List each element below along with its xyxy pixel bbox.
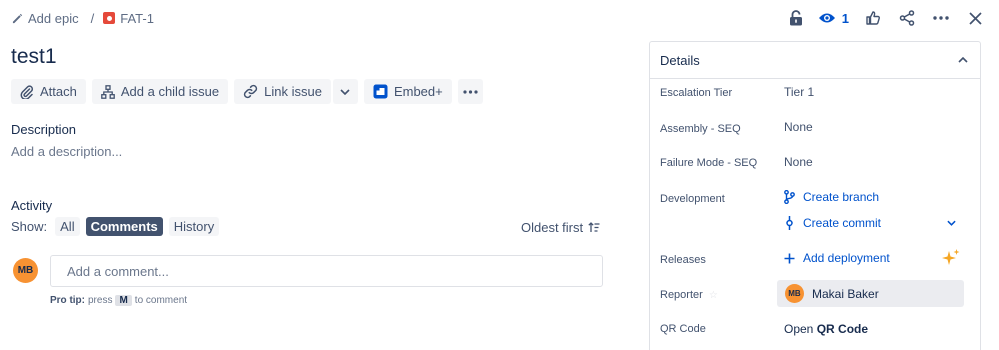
sparkle-icon[interactable] [941,248,961,268]
avatar: MB [13,258,38,283]
add-child-issue-button[interactable]: Add a child issue [91,79,229,104]
share-button[interactable] [895,6,919,30]
filter-all[interactable]: All [55,217,80,236]
share-icon [899,10,915,26]
pencil-icon [12,13,23,23]
pro-tip: Pro tip: press M to comment [50,295,187,306]
close-icon [968,11,982,25]
chevron-down-icon [340,88,351,95]
details-panel: Details Escalation Tier Tier 1 Assembly … [649,41,981,350]
activity-filter: Show: All Comments History [11,217,220,236]
plus-icon [784,253,795,263]
close-button[interactable] [963,6,987,30]
details-header[interactable]: Details [650,42,980,79]
pro-tip-rest: to comment [134,295,188,306]
add-epic-link[interactable]: Add epic [12,11,79,26]
create-commit-link[interactable]: Create commit [784,216,881,230]
attach-button[interactable]: Attach [11,79,86,104]
description-editor[interactable]: Add a description... [11,144,122,159]
link-issue-label: Link issue [264,84,322,99]
embed-icon [373,84,388,99]
breadcrumb: Add epic / FAT-1 [12,9,154,27]
add-deployment-label: Add deployment [803,251,890,265]
branch-icon [784,190,795,204]
create-commit-label: Create commit [803,216,882,230]
more-actions-button[interactable] [929,6,953,30]
more-icon [463,89,478,94]
create-branch-link[interactable]: Create branch [784,190,879,204]
watch-count: 1 [841,10,849,26]
assembly-value[interactable]: None [784,120,813,134]
header-actions: 1 [774,6,987,30]
toolbar-more-button[interactable] [457,79,483,104]
attach-label: Attach [40,84,77,99]
issue-toolbar: Attach Add a child issue Link issue Embe… [11,79,483,104]
sort-ascending-icon [588,222,600,232]
releases-label: Releases [660,254,706,266]
pro-tip-key: M [115,295,132,306]
chevron-up-icon [958,57,968,63]
watch-button[interactable]: 1 [818,6,851,30]
issue-key: FAT-1 [120,10,154,26]
link-icon [244,84,258,99]
thumbs-up-icon [866,11,880,25]
qr-code-text: QR Code [816,322,869,336]
failure-mode-value[interactable]: None [784,155,813,169]
issue-title[interactable]: test1 [11,45,57,69]
activity-heading: Activity [11,198,53,213]
escalation-tier-label: Escalation Tier [660,87,733,99]
show-label: Show: [11,219,48,234]
avatar: MB [785,284,804,303]
qr-open-text: Open [784,322,814,336]
star-icon[interactable]: ☆ [709,290,718,301]
breadcrumb-separator: / [90,10,95,26]
filter-history[interactable]: History [168,217,220,236]
commit-icon [786,216,793,230]
issue-key-link[interactable]: FAT-1 [103,11,154,26]
create-branch-label: Create branch [803,190,880,204]
sort-order-label: Oldest first [521,220,584,235]
paperclip-icon [20,84,34,99]
embed-button[interactable]: Embed+ [363,79,452,104]
assembly-label: Assembly - SEQ [660,123,741,135]
reporter-label: Reporter ☆ [660,289,718,301]
link-issue-dropdown[interactable] [332,79,358,104]
filter-comments[interactable]: Comments [85,217,163,236]
lock-icon [789,10,802,26]
comment-input[interactable]: Add a comment... [50,255,603,287]
issue-type-icon [103,12,116,24]
description-heading: Description [11,122,77,137]
link-issue-button[interactable]: Link issue [234,79,331,104]
qr-code-label: QR Code [660,323,706,335]
restrictions-button[interactable] [784,6,808,30]
vote-button[interactable] [861,6,885,30]
open-qr-code-link[interactable]: Open QR Code [784,322,868,336]
add-epic-label: Add epic [28,10,79,26]
chevron-down-icon[interactable] [947,220,956,226]
details-title: Details [660,52,700,68]
reporter-name: Makai Baker [812,286,879,301]
embed-label: Embed+ [393,84,443,99]
development-label: Development [660,193,725,205]
reporter-field[interactable]: MB Makai Baker [777,280,964,307]
hierarchy-icon [101,84,115,99]
more-icon [933,16,949,20]
pro-tip-press: press [88,295,113,306]
add-child-label: Add a child issue [120,84,220,99]
pro-tip-label: Pro tip: [50,295,85,306]
failure-mode-label: Failure Mode - SEQ [660,157,758,169]
eye-icon [818,13,835,23]
reporter-label-text: Reporter [660,289,703,301]
add-deployment-link[interactable]: Add deployment [784,251,890,265]
link-issue-split: Link issue [234,79,358,104]
escalation-tier-value[interactable]: Tier 1 [784,85,814,99]
sort-order-button[interactable]: Oldest first [521,220,600,235]
